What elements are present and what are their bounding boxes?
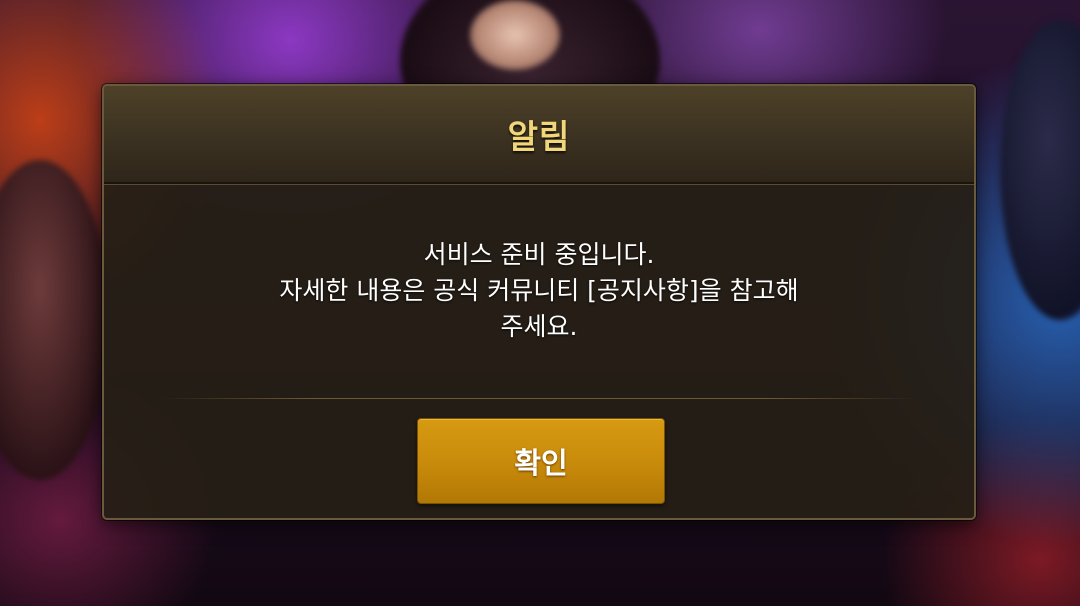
dialog-title: 알림 (507, 117, 571, 156)
background-character-right (1000, 20, 1080, 320)
message-line: 서비스 준비 중입니다. (423, 239, 655, 269)
confirm-button-label: 확인 (514, 446, 568, 480)
notice-dialog: 알림 서비스 준비 중입니다. 자세한 내용은 공식 커뮤니티 [공지사항]을 … (102, 84, 976, 520)
dialog-body: 서비스 준비 중입니다. 자세한 내용은 공식 커뮤니티 [공지사항]을 참고해… (104, 184, 974, 398)
background-character-left (0, 160, 110, 480)
dialog-divider (160, 398, 918, 399)
dialog-message: 서비스 준비 중입니다. 자세한 내용은 공식 커뮤니티 [공지사항]을 참고해… (279, 237, 798, 346)
dialog-header: 알림 (104, 86, 974, 184)
message-line: 자세한 내용은 공식 커뮤니티 [공지사항]을 참고해 (279, 275, 799, 305)
background-character-face (470, 0, 560, 70)
message-line: 주세요. (500, 312, 578, 342)
confirm-button[interactable]: 확인 (417, 418, 665, 504)
